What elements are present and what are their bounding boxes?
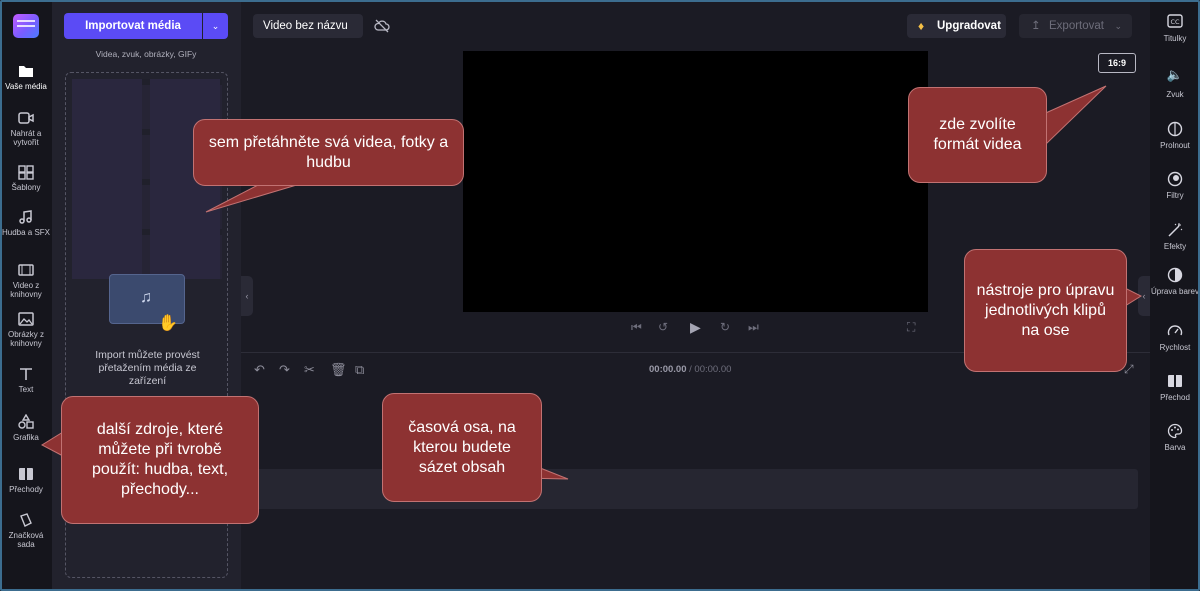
rail-item-color[interactable]: Barva: [1150, 423, 1200, 452]
contrast-icon: [1150, 267, 1200, 283]
rail-item-graphics[interactable]: Grafika: [0, 413, 52, 442]
rail-label: Prolnout: [1160, 141, 1190, 150]
rail-item-transitions[interactable]: Přechody: [0, 466, 52, 494]
play-icon[interactable]: ▶: [690, 319, 701, 336]
right-rail: CC Titulky 🔈 Zvuk Prolnout Filtry Efekty…: [1150, 0, 1200, 591]
rail-item-filters[interactable]: Filtry: [1150, 171, 1200, 200]
rail-label: Značková sada: [8, 531, 44, 549]
left-rail: Vaše média Nahrát a vytvořit Šablony Hud…: [0, 0, 52, 591]
chevron-left-icon: ‹: [245, 291, 249, 301]
fade-icon: [1150, 121, 1200, 137]
rail-label: Zvuk: [1166, 90, 1184, 99]
rail-item-text[interactable]: Text: [0, 366, 52, 394]
palette-icon: [1150, 423, 1200, 439]
redo-icon[interactable]: ↷: [279, 362, 290, 378]
scissors-icon[interactable]: ✂: [304, 362, 315, 378]
music-icon: [17, 209, 35, 225]
import-media-button[interactable]: Importovat média: [64, 13, 202, 39]
film-icon: [17, 262, 35, 278]
rail-item-captions[interactable]: CC Titulky: [1150, 14, 1200, 43]
media-types-caption: Videa, zvuk, obrázky, GIFy: [95, 49, 197, 59]
rail-label: Barva: [1164, 443, 1186, 452]
speedometer-icon: [1150, 323, 1200, 339]
rail-label: Přechod: [1160, 393, 1190, 402]
brand-icon: [17, 512, 35, 528]
timecode: 00:00.00 / 00:00.00: [649, 364, 731, 375]
rail-item-color-adjust[interactable]: Úprava barev: [1150, 267, 1200, 296]
transition-icon: [17, 466, 35, 482]
trash-icon[interactable]: 🗑: [330, 362, 347, 378]
clipchamp-logo-icon[interactable]: [13, 14, 39, 38]
callout-sources: další zdroje, které můžete při tvrobě po…: [61, 396, 259, 524]
cloud-off-icon[interactable]: [374, 18, 390, 34]
templates-icon: [17, 164, 35, 180]
rail-label: Efekty: [1163, 242, 1187, 251]
rail-item-speed[interactable]: Rychlost: [1150, 323, 1200, 352]
rail-label: Nahrát a vytvořit: [10, 129, 42, 147]
speaker-icon: 🔈: [1166, 67, 1184, 82]
upgrade-button[interactable]: ♦ Upgradovat: [907, 14, 1006, 38]
rail-item-transition[interactable]: Přechod: [1150, 373, 1200, 402]
rewind-5-icon[interactable]: ↺: [658, 320, 668, 334]
filter-icon: [1150, 171, 1200, 187]
rail-item-record-create[interactable]: Nahrát a vytvořit: [0, 110, 52, 147]
rail-label: Filtry: [1166, 191, 1184, 200]
fullscreen-icon[interactable]: ⛶: [907, 320, 915, 335]
callout-format: zde zvolíte formát videa: [908, 87, 1047, 183]
undo-icon[interactable]: ↶: [254, 362, 265, 378]
video-preview[interactable]: [463, 51, 928, 312]
svg-text:CC: CC: [1170, 18, 1180, 26]
rail-item-music-sfx[interactable]: Hudba a SFX: [0, 209, 52, 237]
rail-item-templates[interactable]: Šablony: [0, 164, 52, 192]
skip-back-icon[interactable]: ⏮: [631, 320, 642, 335]
collapse-properties-button[interactable]: ‹: [1138, 276, 1150, 316]
skip-forward-icon[interactable]: ⏭: [748, 320, 759, 335]
text-icon: [17, 366, 35, 382]
rail-item-stock-video[interactable]: Video z knihovny: [0, 262, 52, 299]
upgrade-label: Upgradovat: [937, 20, 1001, 32]
captions-icon: CC: [1150, 14, 1200, 30]
collapse-panel-button[interactable]: ‹: [241, 276, 253, 316]
current-time: 00:00.00: [649, 364, 687, 375]
rail-label: Video z knihovny: [10, 281, 42, 299]
chevron-down-icon: ⌄: [1114, 21, 1122, 31]
callout-clip-tools: nástroje pro úpravu jednotlivých klipů n…: [964, 249, 1127, 372]
rail-label: Rychlost: [1159, 343, 1191, 352]
rail-label: Šablony: [11, 183, 41, 192]
rail-label: Úprava barev: [1150, 287, 1200, 296]
import-options-dropdown[interactable]: ⌄: [203, 13, 228, 39]
aspect-ratio-button[interactable]: 16:9: [1098, 53, 1136, 73]
diamond-icon: ♦: [918, 19, 925, 33]
folder-icon: [17, 63, 35, 79]
rail-label: Text: [18, 385, 34, 394]
transition-icon: [1150, 373, 1200, 389]
drop-instruction: Import můžete provést přetažením média z…: [95, 349, 200, 387]
shapes-icon: [17, 413, 35, 430]
rail-item-fade[interactable]: Prolnout: [1150, 121, 1200, 150]
rail-item-audio[interactable]: 🔈 Zvuk: [1150, 67, 1200, 99]
upload-icon: ↥: [1031, 20, 1041, 32]
rail-label: Přechody: [9, 485, 43, 494]
rail-label: Titulky: [1163, 34, 1187, 43]
forward-5-icon[interactable]: ↻: [720, 320, 730, 334]
export-label: Exportovat: [1049, 20, 1104, 32]
export-button[interactable]: ↥ Exportovat ⌄: [1019, 14, 1132, 38]
rail-label: Vaše média: [5, 82, 47, 91]
duplicate-icon[interactable]: ⧉: [355, 362, 364, 378]
camera-icon: [17, 110, 35, 126]
rail-item-your-media[interactable]: Vaše média: [0, 63, 52, 91]
callout-timeline: časová osa, na kterou budete sázet obsah: [382, 393, 542, 502]
rail-item-brand-kit[interactable]: Značková sada: [0, 512, 52, 549]
chevron-left-icon: ‹: [1142, 291, 1146, 301]
music-note-icon: ♫: [140, 289, 152, 306]
callout-drag-media: sem přetáhněte svá videa, fotky a hudbu: [193, 119, 464, 186]
project-title-field[interactable]: Video bez názvu: [253, 14, 363, 38]
rail-label: Hudba a SFX: [1, 228, 51, 237]
magic-wand-icon: [1150, 222, 1200, 238]
total-time: / 00:00.00: [689, 364, 732, 375]
rail-label: Grafika: [13, 433, 39, 442]
chevron-down-icon: ⌄: [211, 21, 220, 31]
rail-item-effects[interactable]: Efekty: [1150, 222, 1200, 251]
